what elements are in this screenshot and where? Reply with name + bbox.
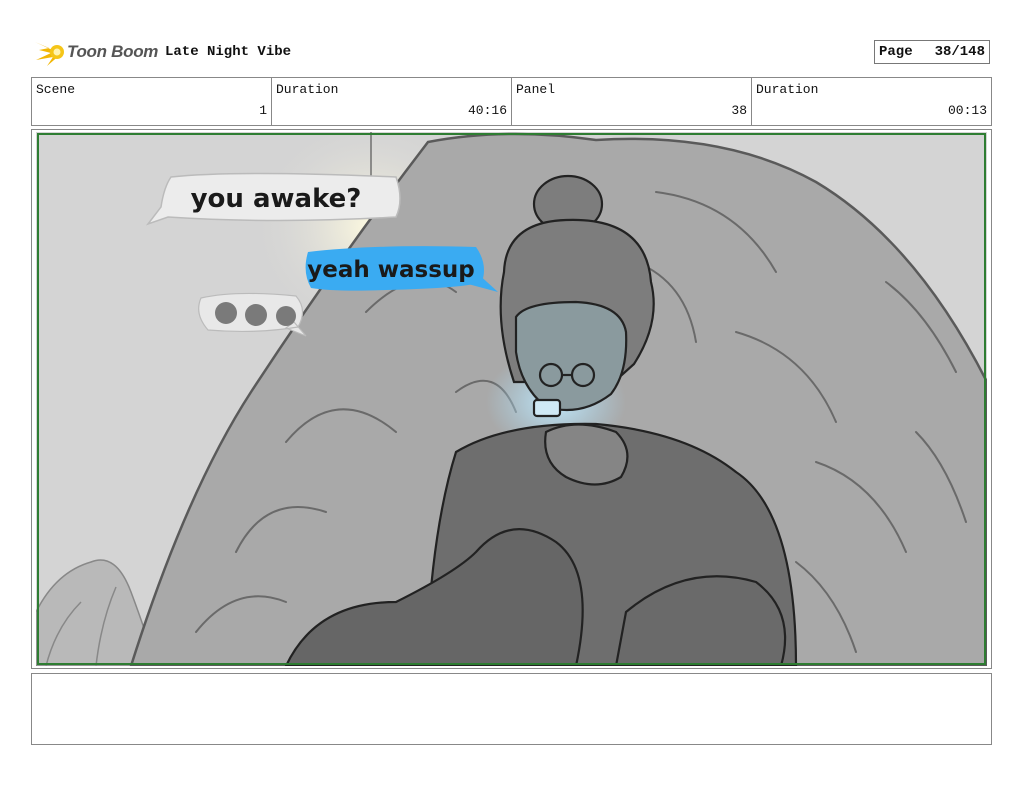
typing-dot	[245, 304, 267, 326]
panel-notes-box[interactable]	[31, 673, 992, 745]
scene-cell: Scene 1	[32, 78, 272, 125]
logo-wordmark: Toon Boom	[67, 42, 159, 61]
panel-duration-value: 00:13	[947, 103, 987, 118]
panel-cell: Panel 38	[512, 78, 752, 125]
scene-duration-cell: Duration 40:16	[272, 78, 512, 125]
panel-duration-label: Duration	[756, 82, 819, 97]
panel-label: Panel	[516, 82, 556, 97]
typing-dot	[276, 306, 296, 326]
scene-duration-label: Duration	[276, 82, 339, 97]
toon-boom-logo: Toon Boom	[33, 36, 159, 68]
scene-label: Scene	[36, 82, 76, 97]
bubble-text-you-awake: you awake?	[191, 184, 362, 214]
panel-info-row: Scene 1 Duration 40:16 Panel 38 Duration…	[31, 77, 992, 126]
panel-value: 38	[731, 103, 747, 118]
phone	[532, 398, 562, 418]
scene-duration-value: 40:16	[467, 103, 507, 118]
scene-value: 1	[259, 103, 267, 118]
face	[514, 300, 628, 412]
typing-dot	[215, 302, 237, 324]
bubble-text-yeah-wassup: yeah wassup	[307, 257, 474, 283]
storyboard-panel-image: you awake? yeah wassup	[36, 132, 987, 666]
toon-boom-star-icon	[35, 42, 64, 66]
page-value: 38/148	[934, 44, 985, 60]
panel-duration-cell: Duration 00:13	[752, 78, 991, 125]
page-label: Page	[879, 44, 913, 60]
page-indicator: Page 38/148	[874, 40, 990, 64]
storyboard-title: Late Night Vibe	[165, 44, 292, 60]
